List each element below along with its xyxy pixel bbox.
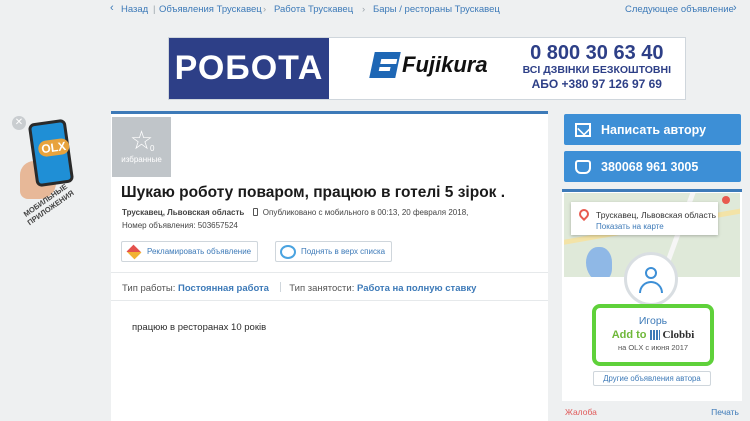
employment-value[interactable]: Работа на полную ставку — [357, 283, 476, 294]
close-icon[interactable]: ✕ — [12, 116, 26, 130]
phone-illustration-icon: OLX — [27, 118, 75, 188]
ad-params: Тип работы: Постоянная работа Тип занято… — [122, 282, 476, 294]
map-lake — [586, 247, 612, 277]
favorites-label: избранные — [121, 155, 162, 164]
chevron-right-icon: › — [362, 4, 366, 15]
breadcrumb-item[interactable]: Работа Трускавец — [274, 4, 353, 15]
banner-brand-name: Fujikura — [402, 52, 488, 77]
message-author-label: Написать автору — [601, 122, 707, 137]
chevron-right-icon: › — [263, 4, 267, 15]
ad-published-at: в 00:13, 20 февраля 2018, — [370, 208, 469, 217]
banner-free-calls: ВСІ ДЗВІНКИ БЕЗКОШТОВНІ — [522, 64, 671, 76]
next-ad-link[interactable]: Следующее объявление — [625, 4, 734, 15]
banner-phone-block: 0 800 30 63 40 ВСІ ДЗВІНКИ БЕЗКОШТОВНІ А… — [523, 42, 671, 92]
user-icon-body — [639, 281, 663, 293]
banner-left-panel: РОБОТА — [169, 38, 329, 99]
divider — [111, 272, 548, 273]
refresh-icon — [280, 244, 296, 259]
clobbi-logo-icon — [649, 330, 660, 340]
ad-number: Номер объявления: 503657524 — [122, 221, 238, 230]
breadcrumb-item[interactable]: Бары / рестораны Трускавец — [373, 4, 500, 15]
mobile-app-promo[interactable]: ✕ OLX МОБИЛЬНЫЕ ПРИЛОЖЕНИЯ — [10, 115, 80, 235]
param-divider — [279, 282, 281, 292]
avatar — [624, 252, 678, 306]
show-on-map-link[interactable]: Показать на карте — [596, 222, 664, 231]
back-link[interactable]: Назад — [121, 4, 148, 15]
chevron-left-icon[interactable]: ‹ — [110, 2, 114, 14]
ad-card: ☆ 0 избранные Шукаю роботу поваром, прац… — [111, 111, 548, 421]
phone-icon — [575, 159, 591, 174]
ad-banner[interactable]: РОБОТА Fujikura 0 800 30 63 40 ВСІ ДЗВІН… — [168, 37, 686, 100]
banner-alt-phone: АБО +380 97 126 97 69 — [531, 77, 662, 91]
chevron-right-icon[interactable]: › — [733, 2, 737, 14]
member-since: на OLX с июня 2017 — [617, 343, 689, 352]
map-marker-icon — [722, 196, 730, 204]
kite-icon — [126, 244, 142, 259]
breadcrumb-separator: | — [153, 4, 156, 15]
ad-location: Трускавец, Львовская область — [122, 208, 245, 217]
ad-description: працюю в ресторанах 10 років — [132, 322, 267, 333]
employment-label: Тип занятости: — [289, 283, 355, 294]
user-icon — [645, 267, 657, 279]
olx-logo: OLX — [37, 137, 70, 158]
user-name[interactable]: Игорь — [596, 315, 710, 327]
star-icon: ☆ — [129, 125, 154, 155]
message-author-button[interactable]: Написать автору — [564, 114, 741, 145]
banner-left-text: РОБОТА — [174, 49, 324, 87]
work-type-value[interactable]: Постоянная работа — [178, 283, 269, 294]
envelope-icon — [575, 122, 591, 137]
work-type-label: Тип работы: — [122, 283, 176, 294]
complaint-link[interactable]: Жалоба — [565, 407, 597, 417]
fujikura-logo-icon — [369, 52, 401, 78]
mobile-icon — [252, 208, 258, 216]
user-card: Трускавец, Львовская область Показать на… — [562, 189, 742, 401]
add-to-label: Add to — [611, 329, 647, 341]
favorite-button[interactable]: ☆ 0 избранные — [112, 117, 171, 177]
clobbi-label: Clobbi — [662, 329, 695, 341]
banner-phone: 0 800 30 63 40 — [530, 42, 664, 64]
add-to-clobbi[interactable]: Add to Clobbi — [596, 329, 710, 341]
breadcrumb-item[interactable]: Объявления Трускавец — [159, 4, 262, 15]
raise-ad-button[interactable]: Поднять в верх списка — [275, 241, 393, 262]
other-ads-button[interactable]: Другие объявления автора — [593, 371, 711, 386]
ad-published: Опубликовано с мобильного — [262, 208, 369, 217]
breadcrumb: ‹ Назад | Объявления Трускавец › Работа … — [110, 0, 750, 18]
print-link[interactable]: Печать — [711, 407, 739, 417]
raise-ad-label: Поднять в верх списка — [301, 247, 386, 256]
promote-ad-button[interactable]: Рекламировать объявление — [121, 241, 259, 262]
ad-meta: Трускавец, Львовская область Опубликован… — [122, 208, 468, 217]
location-box: Трускавец, Львовская область Показать на… — [571, 202, 718, 235]
user-info-highlight: Игорь Add to Clobbi на OLX с июня 2017 — [592, 304, 714, 366]
ad-title: Шукаю роботу поваром, працюю в готелі 5 … — [121, 184, 506, 201]
map-city: Трускавец, Львовская область — [596, 210, 717, 220]
divider — [111, 300, 548, 301]
favorites-count: 0 — [150, 144, 155, 153]
show-phone-button[interactable]: 380068 961 3005 — [564, 151, 741, 182]
location-pin-icon — [576, 206, 592, 222]
phone-number: 380068 961 3005 — [601, 159, 699, 174]
banner-brand: Fujikura — [369, 52, 488, 78]
promote-ad-label: Рекламировать объявление — [147, 247, 252, 256]
